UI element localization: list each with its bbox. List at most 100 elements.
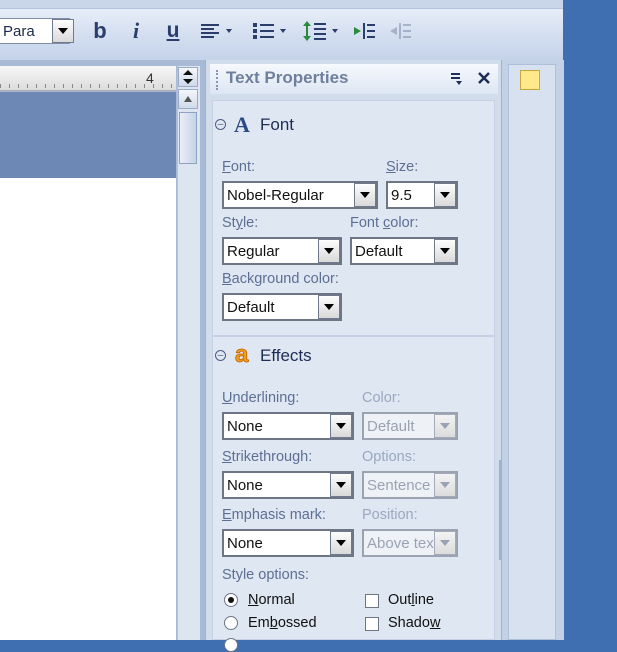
strikethrough-value: None bbox=[227, 476, 263, 494]
align-button[interactable] bbox=[196, 18, 236, 44]
underlining-select[interactable]: None bbox=[222, 412, 354, 440]
font-dropdown-button[interactable] bbox=[354, 183, 376, 207]
bullet-list-icon bbox=[253, 23, 274, 39]
horizontal-ruler[interactable]: 4 bbox=[0, 66, 176, 91]
ruler-ticks bbox=[0, 84, 176, 88]
emphasis-mark-value: None bbox=[227, 534, 263, 552]
collapse-font-icon[interactable]: – bbox=[215, 119, 226, 130]
style-options-label: Style options: bbox=[222, 567, 310, 583]
italic-icon: i bbox=[132, 18, 140, 43]
increase-indent-icon bbox=[354, 23, 375, 39]
document-page[interactable] bbox=[0, 178, 176, 640]
font-color-select[interactable]: Default bbox=[350, 237, 458, 265]
size-dropdown-button[interactable] bbox=[434, 183, 456, 207]
underlining-value: None bbox=[227, 417, 263, 435]
chevron-down-icon bbox=[440, 248, 450, 254]
position-dropdown-button bbox=[434, 531, 456, 555]
font-color-dropdown-button[interactable] bbox=[434, 239, 456, 263]
strikethrough-label: Strikethrough: bbox=[222, 449, 313, 465]
embossed-radio[interactable] bbox=[224, 616, 238, 630]
desktop-background bbox=[563, 0, 617, 640]
menu-icon bbox=[451, 73, 462, 85]
shadow-checkbox[interactable] bbox=[365, 617, 379, 631]
document-margin bbox=[0, 92, 176, 178]
chevron-down-icon bbox=[440, 540, 450, 546]
font-color-label: Font color: bbox=[350, 215, 419, 231]
emphasis-mark-select[interactable]: None bbox=[222, 529, 354, 557]
chevron-down-icon bbox=[440, 192, 450, 198]
style-select[interactable]: Regular bbox=[222, 237, 342, 265]
bold-icon: b bbox=[93, 18, 107, 43]
emphasis-mark-dropdown-button[interactable] bbox=[330, 531, 352, 555]
underlining-dropdown-button[interactable] bbox=[330, 414, 352, 438]
normal-radio[interactable] bbox=[224, 593, 238, 607]
position-select: Above tex bbox=[362, 529, 458, 557]
toolbar-top-strip bbox=[0, 0, 563, 9]
font-icon: A bbox=[234, 112, 250, 137]
underline-button[interactable]: u bbox=[162, 18, 184, 44]
size-select[interactable]: 9.5 bbox=[386, 181, 458, 209]
position-label: Position: bbox=[362, 507, 418, 523]
panel-close-button[interactable] bbox=[477, 71, 491, 85]
sticky-note-icon[interactable] bbox=[520, 70, 540, 90]
font-select[interactable]: Nobel-Regular bbox=[222, 181, 378, 209]
options-value: Sentence bbox=[367, 476, 431, 494]
italic-button[interactable]: i bbox=[126, 18, 146, 44]
strikethrough-dropdown-button[interactable] bbox=[330, 473, 352, 497]
options-dropdown-button bbox=[434, 473, 456, 497]
chevron-down-icon bbox=[58, 28, 68, 34]
panel-menu-button[interactable] bbox=[450, 70, 464, 86]
outline-checkbox[interactable] bbox=[365, 594, 379, 608]
position-value: Above tex bbox=[367, 534, 434, 552]
shadow-checkbox-label[interactable]: Shadow bbox=[388, 615, 440, 631]
bullet-list-button[interactable] bbox=[248, 18, 290, 44]
engraved-radio[interactable] bbox=[224, 638, 238, 652]
background-color-select[interactable]: Default bbox=[222, 293, 342, 321]
radio-selected-dot bbox=[228, 597, 234, 603]
options-select: Sentence bbox=[362, 471, 458, 499]
chevron-down-icon bbox=[226, 29, 232, 33]
font-label: Font: bbox=[222, 159, 256, 175]
decrease-indent-icon bbox=[390, 23, 411, 39]
emphasis-mark-label: Emphasis mark: bbox=[222, 507, 326, 523]
increase-indent-button[interactable] bbox=[352, 18, 378, 44]
svg-text:a: a bbox=[235, 342, 249, 366]
outline-checkbox-label[interactable]: Outline bbox=[388, 592, 434, 608]
scroll-split-button[interactable] bbox=[178, 67, 198, 87]
underline-color-value: Default bbox=[367, 417, 415, 435]
underline-color-select: Default bbox=[362, 412, 458, 440]
normal-radio-label[interactable]: Normal bbox=[248, 592, 295, 608]
line-spacing-button[interactable] bbox=[298, 18, 342, 44]
chevron-down-icon bbox=[280, 29, 286, 33]
collapse-effects-icon[interactable]: – bbox=[215, 350, 226, 361]
font-section-title: Font bbox=[260, 115, 295, 134]
size-label: Size: bbox=[386, 159, 419, 175]
chevron-down-icon bbox=[332, 29, 338, 33]
chevron-down-icon bbox=[360, 192, 370, 198]
line-spacing-icon bbox=[303, 21, 326, 41]
chevron-down-icon bbox=[336, 482, 346, 488]
size-value: 9.5 bbox=[391, 186, 412, 204]
scroll-up-button[interactable] bbox=[178, 89, 198, 109]
chevron-down-icon bbox=[324, 304, 334, 310]
background-color-dropdown-button[interactable] bbox=[318, 295, 340, 319]
drag-grip-icon[interactable] bbox=[216, 70, 221, 90]
effects-section-title: Effects bbox=[260, 346, 312, 365]
style-label: Style: bbox=[222, 215, 259, 231]
side-pane-inner bbox=[508, 64, 556, 640]
paragraph-style-value: Para bbox=[3, 23, 35, 40]
strikethrough-select[interactable]: None bbox=[222, 471, 354, 499]
bold-button[interactable]: b bbox=[90, 18, 110, 44]
font-color-value: Default bbox=[355, 242, 403, 260]
decrease-indent-button[interactable] bbox=[388, 18, 414, 44]
scrollbar-thumb[interactable] bbox=[179, 112, 197, 164]
close-icon bbox=[478, 72, 490, 84]
embossed-radio-label[interactable]: Embossed bbox=[248, 615, 317, 631]
paragraph-style-dropdown-button[interactable] bbox=[52, 19, 74, 43]
panel-title: Text Properties bbox=[226, 68, 349, 87]
background-color-label: Background color: bbox=[222, 271, 339, 287]
effects-icon: a bbox=[233, 341, 255, 369]
color-label: Color: bbox=[362, 390, 401, 406]
options-label: Options: bbox=[362, 449, 416, 465]
style-dropdown-button[interactable] bbox=[318, 239, 340, 263]
